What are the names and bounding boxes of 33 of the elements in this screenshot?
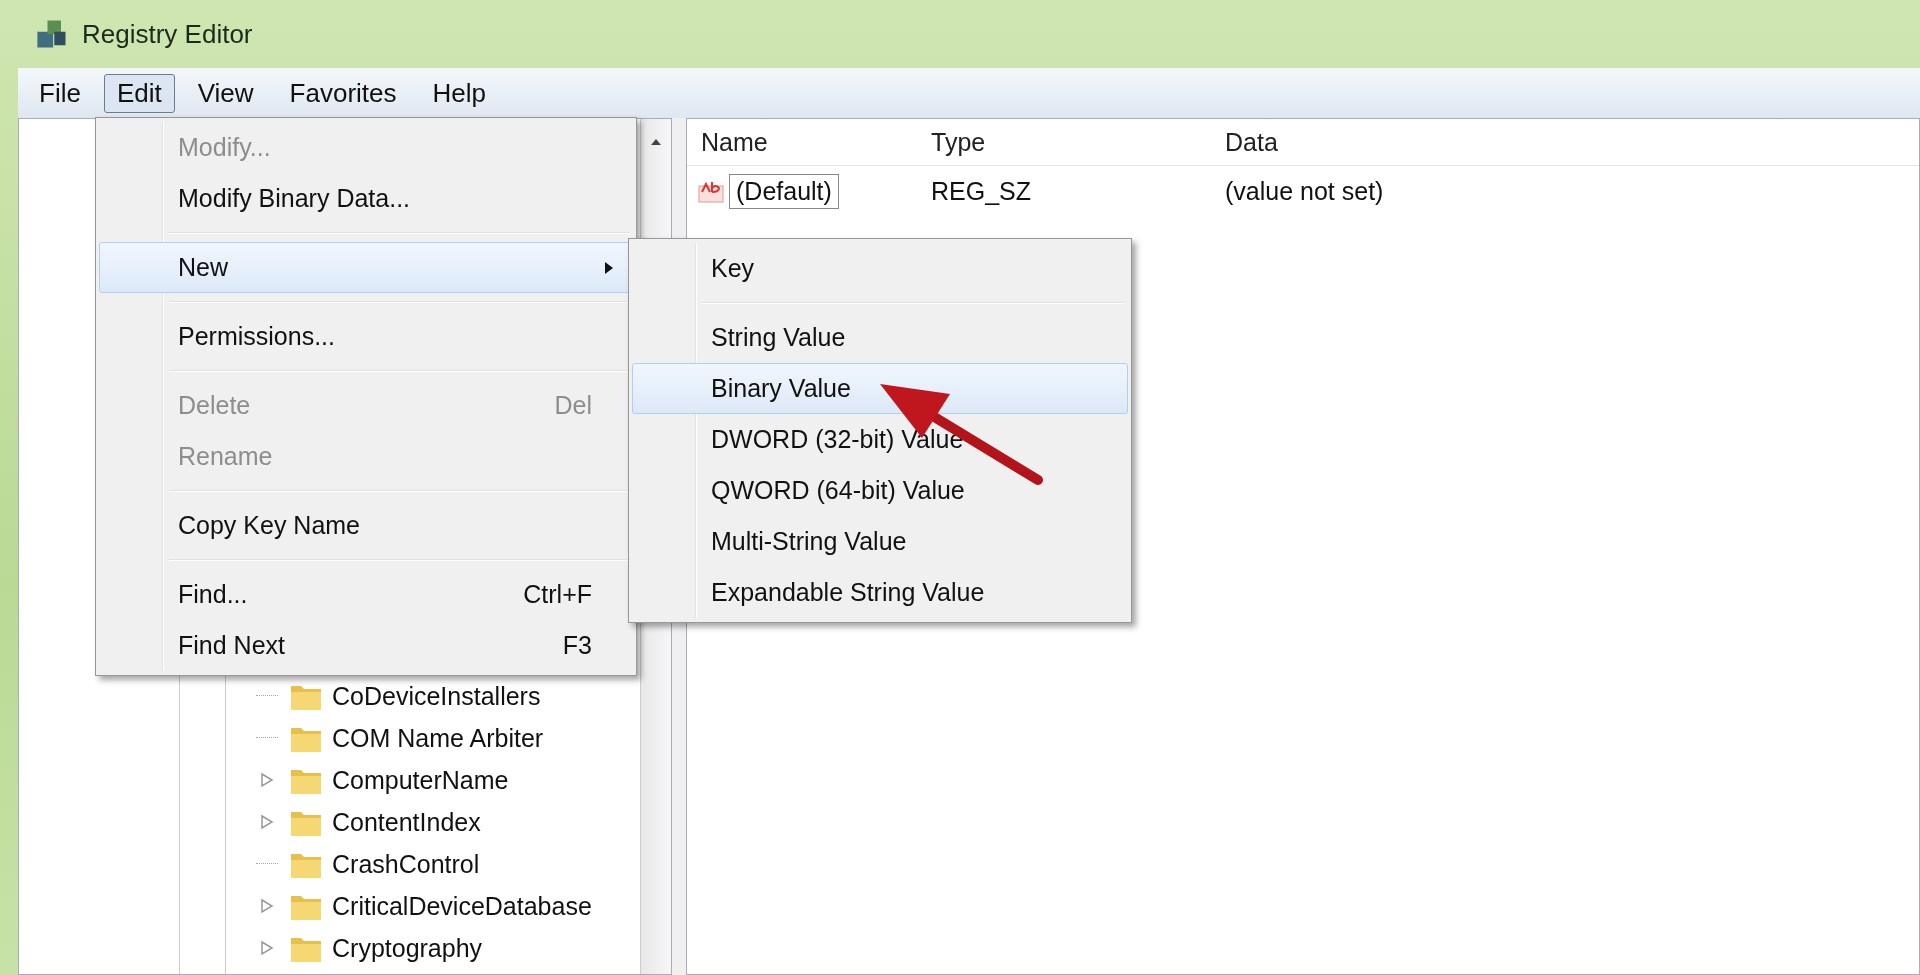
menu-item[interactable]: Help bbox=[419, 73, 499, 113]
expand-arrow-icon[interactable] bbox=[260, 772, 274, 788]
menu-entry[interactable]: QWORD (64-bit) Value bbox=[632, 465, 1128, 516]
tree-item[interactable]: COM Name Arbiter bbox=[332, 723, 544, 753]
column-header[interactable]: Data bbox=[1211, 127, 1278, 157]
submenu-arrow-icon bbox=[604, 260, 614, 275]
column-header[interactable]: Name bbox=[687, 127, 917, 157]
tree-item[interactable]: CoDeviceInstallers bbox=[332, 681, 541, 711]
menu-item[interactable]: Edit bbox=[103, 73, 175, 113]
tree-item[interactable]: ContentIndex bbox=[332, 807, 481, 837]
menu-item[interactable]: Favorites bbox=[276, 73, 410, 113]
menu-entry[interactable]: Key bbox=[632, 243, 1128, 294]
menu-entry[interactable]: Modify Binary Data... bbox=[99, 173, 633, 224]
column-header[interactable]: Type bbox=[917, 127, 1211, 157]
value-data: (value not set) bbox=[1224, 176, 1384, 206]
tree-item[interactable]: ComputerName bbox=[332, 765, 509, 795]
menu-entry[interactable]: Multi-String Value bbox=[632, 516, 1128, 567]
tree-item[interactable]: Cryptography bbox=[332, 933, 483, 963]
tree-item[interactable]: CriticalDeviceDatabase bbox=[332, 891, 592, 921]
value-name[interactable]: (Default) bbox=[729, 173, 839, 209]
menu-item[interactable]: View bbox=[184, 73, 267, 113]
menu-entry[interactable]: Expandable String Value bbox=[632, 567, 1128, 618]
menu-entry[interactable]: Binary Value bbox=[632, 363, 1128, 414]
menu-entry[interactable]: String Value bbox=[632, 312, 1128, 363]
expand-arrow-icon[interactable] bbox=[260, 814, 274, 830]
value-type: REG_SZ bbox=[930, 176, 1033, 206]
expand-arrow-icon[interactable] bbox=[260, 898, 274, 914]
expand-arrow-icon[interactable] bbox=[260, 940, 274, 956]
tree-item[interactable]: CrashControl bbox=[332, 849, 480, 879]
scroll-up-icon[interactable] bbox=[650, 137, 662, 147]
menu-entry[interactable]: Find Next F3 bbox=[99, 620, 633, 671]
menu-item[interactable]: File bbox=[26, 73, 94, 113]
window-title: Registry Editor bbox=[82, 18, 253, 50]
